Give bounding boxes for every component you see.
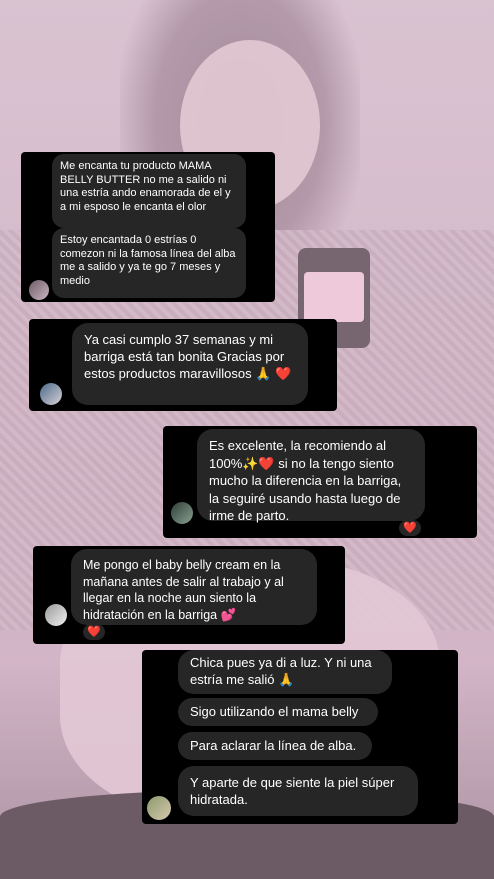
chat-card-2: Ya casi cumplo 37 semanas y mi barriga e…: [29, 319, 337, 411]
avatar: [45, 604, 67, 626]
message-bubble: Es excelente, la recomiendo al 100%✨❤️ s…: [197, 429, 425, 523]
message-bubble: Me pongo el baby belly cream en la mañan…: [71, 549, 317, 625]
message-bubble: Ya casi cumplo 37 semanas y mi barriga e…: [72, 323, 308, 405]
heart-emoji: ❤️: [275, 366, 292, 381]
chat-card-1: Me encanta tu producto MAMA BELLY BUTTER…: [21, 152, 275, 302]
message-text: Ya casi cumplo 37 semanas y mi barriga e…: [84, 332, 285, 381]
chat-card-4: Me pongo el baby belly cream en la mañan…: [33, 546, 345, 644]
chat-card-5: Chica pues ya di a luz. Y ni una estría …: [142, 650, 458, 824]
avatar: [29, 280, 49, 300]
chat-card-3: Es excelente, la recomiendo al 100%✨❤️ s…: [163, 426, 477, 538]
avatar: [147, 796, 171, 820]
heart-reaction[interactable]: ❤️: [83, 624, 105, 640]
message-bubble: Me encanta tu producto MAMA BELLY BUTTER…: [52, 154, 246, 228]
message-bubble: Sigo utilizando el mama belly: [178, 698, 378, 726]
avatar: [40, 383, 62, 405]
avatar: [171, 502, 193, 524]
message-bubble: Y aparte de que siente la piel súper hid…: [178, 766, 418, 816]
message-bubble: Estoy encantada 0 estrías 0 comezon ni l…: [52, 228, 246, 298]
message-bubble: Chica pues ya di a luz. Y ni una estría …: [178, 650, 392, 694]
heart-reaction[interactable]: ❤️: [399, 520, 421, 536]
message-bubble: Para aclarar la línea de alba.: [178, 732, 372, 760]
